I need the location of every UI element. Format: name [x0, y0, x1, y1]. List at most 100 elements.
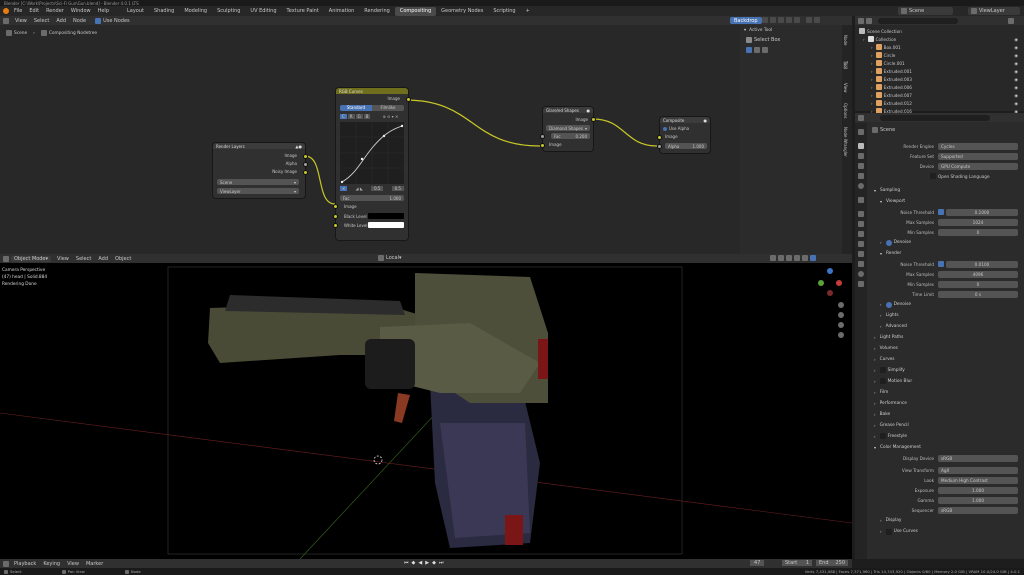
checkbox-icon[interactable]	[885, 528, 892, 535]
next-key-icon[interactable]: ◆	[432, 560, 436, 566]
object-mode-dropdown[interactable]: Object Mode ▾	[11, 255, 52, 262]
composite-header[interactable]: Composite ●	[660, 117, 710, 123]
editor-type-icon[interactable]	[858, 17, 864, 24]
glare-node[interactable]: Glare/ed Shapes ● Image Diamond Shapes ▾ …	[540, 107, 596, 151]
outliner-item[interactable]: › Extruded.003 ◉	[855, 75, 1024, 83]
prev-key-icon[interactable]: ◆	[412, 560, 416, 566]
tab-uv-editing[interactable]: UV Editing	[245, 7, 281, 16]
feature-set-dropdown[interactable]: Supported	[938, 152, 1018, 160]
modifier-tab-icon[interactable]	[858, 221, 864, 227]
outliner-item[interactable]: › Circle ◉	[855, 51, 1024, 59]
expand-arrow-icon[interactable]: ›	[871, 85, 873, 90]
channel-r-button[interactable]: R	[347, 114, 355, 119]
output-image-socket[interactable]	[303, 154, 308, 159]
volumes-panel[interactable]: › Volumes	[868, 343, 1024, 354]
object-tab-icon[interactable]	[858, 211, 864, 217]
channel-green-icon[interactable]	[786, 17, 792, 23]
composite-node[interactable]: Composite ● Use Alpha Image Alpha 1.000	[657, 117, 710, 153]
r-denoise-subpanel[interactable]: › Denoise	[868, 299, 1024, 310]
sidebar-tab-view[interactable]: View	[843, 83, 848, 93]
composite-input-socket[interactable]	[657, 135, 662, 140]
expand-arrow-icon[interactable]: ›	[871, 93, 873, 98]
checkbox-checked-icon[interactable]	[885, 301, 892, 308]
editor-type-icon[interactable]	[3, 560, 9, 567]
look-dropdown[interactable]: Medium High Contrast	[938, 476, 1018, 484]
editor-type-icon[interactable]	[858, 114, 864, 121]
exposure-field[interactable]: 1.000	[938, 486, 1018, 494]
composite-alpha-field[interactable]: Alpha 1.000	[665, 143, 707, 149]
shading-material-icon[interactable]	[802, 255, 808, 261]
checkbox-checked-icon[interactable]	[938, 209, 944, 215]
vp-denoise-subpanel[interactable]: › Denoise	[868, 237, 1024, 248]
view-layer-selector[interactable]: ViewLayer	[968, 7, 1020, 15]
collection-tab-icon[interactable]	[858, 197, 864, 203]
expand-arrow-icon[interactable]: ›	[871, 69, 873, 74]
vp-max-field[interactable]: 1024	[938, 218, 1018, 226]
properties-search-field[interactable]	[880, 114, 990, 121]
glare-input-socket[interactable]	[540, 143, 545, 148]
expand-arrow-icon[interactable]: ›	[871, 77, 873, 82]
outliner-search-field[interactable]	[878, 17, 958, 24]
channel-rgb-icon[interactable]	[762, 17, 768, 23]
scene-tab-icon[interactable]	[858, 173, 864, 179]
preview-icon[interactable]: ●	[704, 118, 708, 123]
menu-keying[interactable]: Keying	[43, 561, 60, 567]
render-tab-icon[interactable]	[858, 143, 864, 149]
film-panel[interactable]: › Film	[868, 387, 1024, 398]
checkbox-icon[interactable]	[879, 378, 886, 384]
render-subpanel[interactable]: ▾ Render	[868, 248, 1024, 259]
tab-geometry-nodes[interactable]: Geometry Nodes	[436, 7, 488, 16]
outliner-item[interactable]: › Circle.001 ◉	[855, 59, 1024, 67]
expand-arrow-icon[interactable]: ›	[871, 61, 873, 66]
r-noise-field[interactable]: 0.0100	[946, 260, 1018, 268]
menu-file[interactable]: File	[14, 8, 22, 14]
outliner-scene-collection[interactable]: Scene Collection	[855, 27, 1024, 35]
transform-orientation[interactable]: Local ▾	[378, 255, 401, 261]
glare-output-socket[interactable]	[591, 117, 596, 122]
overlay-icon[interactable]	[770, 255, 776, 261]
tab-layout[interactable]: Layout	[122, 7, 149, 16]
start-frame-field[interactable]: Start 1	[782, 560, 812, 566]
input-white-level-socket[interactable]	[333, 223, 338, 228]
menu-marker[interactable]: Marker	[86, 561, 103, 567]
display-device-dropdown[interactable]: sRGB	[938, 454, 1018, 462]
sidebar-toggle-icon[interactable]	[814, 17, 820, 23]
navigation-gizmo[interactable]	[814, 268, 844, 298]
curves-panel[interactable]: › Curves	[868, 354, 1024, 365]
view-transform-dropdown[interactable]: AgX	[938, 466, 1018, 474]
viewport-subpanel[interactable]: ▾ Viewport	[868, 196, 1024, 207]
visibility-eye-icon[interactable]: ◉	[1014, 37, 1018, 42]
gizmo-x-icon[interactable]	[836, 280, 842, 286]
menu-view[interactable]: View	[57, 256, 69, 262]
channel-g-button[interactable]: G	[355, 114, 363, 119]
play-reverse-icon[interactable]: ◀	[418, 560, 422, 566]
view-layer-tab-icon[interactable]	[858, 163, 864, 169]
visibility-eye-icon[interactable]: ◉	[1014, 45, 1018, 50]
r-time-field[interactable]: 0 s	[938, 290, 1018, 298]
vp-noise-field[interactable]: 0.1000	[946, 208, 1018, 216]
checkbox-checked-icon[interactable]	[938, 261, 944, 267]
input-image-socket[interactable]	[333, 204, 338, 209]
output-tab-icon[interactable]	[858, 153, 864, 159]
outliner-item[interactable]: › Collection ◉	[855, 35, 1024, 43]
shading-wireframe-icon[interactable]	[786, 255, 792, 261]
shading-rendered-icon[interactable]	[810, 255, 816, 261]
end-frame-field[interactable]: End 250	[816, 560, 848, 566]
select-mode-subtract-icon[interactable]	[762, 47, 768, 53]
rgb-curves-node[interactable]: RGB Curves Image Standard Filmlike C R G…	[333, 88, 411, 240]
select-mode-new-icon[interactable]	[746, 47, 752, 53]
menu-playback[interactable]: Playback	[14, 561, 36, 567]
curves-output-socket[interactable]	[406, 97, 411, 102]
white-level-swatch[interactable]	[368, 222, 404, 228]
sidebar-tab-options[interactable]: Options	[843, 103, 848, 118]
tab-animation[interactable]: Animation	[324, 7, 360, 16]
outliner-item[interactable]: › Box.001 ◉	[855, 43, 1024, 51]
device-dropdown[interactable]: GPU Compute	[938, 162, 1018, 170]
filter-icon[interactable]	[1008, 17, 1014, 24]
zoom-icon[interactable]	[838, 302, 844, 308]
sidebar-tab-node[interactable]: Node	[843, 35, 848, 45]
gizmo-neg-icon[interactable]	[827, 290, 833, 296]
active-tool-panel-header[interactable]: ▾ Active Tool	[740, 25, 842, 35]
pin-icon[interactable]	[806, 17, 812, 23]
delete-point-icon[interactable]: ✕	[340, 186, 348, 191]
